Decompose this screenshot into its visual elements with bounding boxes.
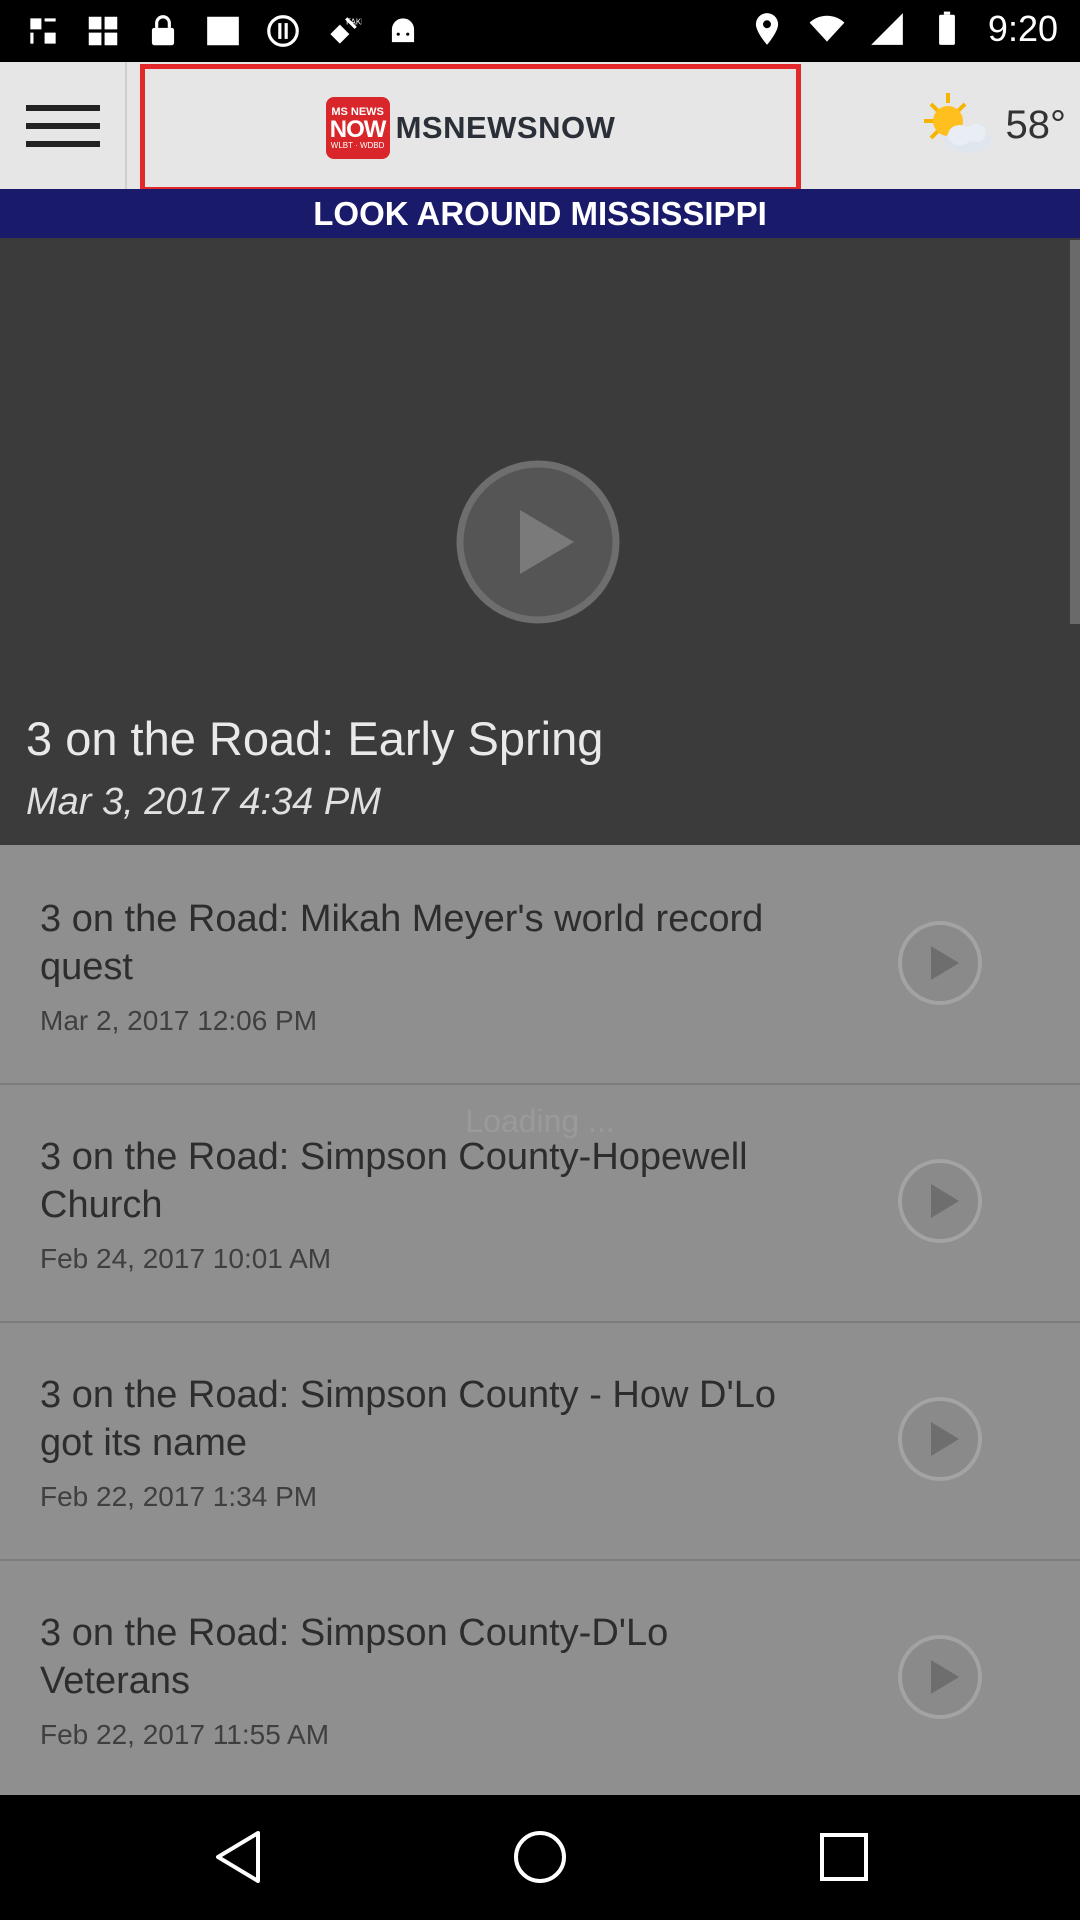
clock: 9:20 [987,8,1058,49]
video-title: 3 on the Road: Mikah Meyer's world recor… [40,898,764,988]
featured-title: 3 on the Road: Early Spring [26,712,604,765]
video-date: Feb 22, 2017 11:55 AM [40,1719,330,1750]
battery-icon [928,10,966,48]
play-icon[interactable] [897,1396,983,1482]
mystery-icon [264,12,302,50]
video-date: Mar 2, 2017 12:06 PM [40,1005,318,1036]
system-nav-bar [0,1795,1080,1920]
video-title: 3 on the Road: Simpson County-Hopewell C… [40,1136,748,1226]
download-icon [24,12,62,50]
logo-badge: MS NEWS NOW WLBT · WDBD [325,97,390,159]
svg-text:FAKE: FAKE [346,18,362,27]
satellite-icon: FAKE [324,12,362,50]
recents-icon [820,1833,868,1881]
video-list: 3 on the Road: Mikah Meyer's world recor… [0,845,1080,1795]
app-header: MS NEWS NOW WLBT · WDBD MSNEWSNOW 58° [0,62,1080,192]
partly-sunny-icon [923,92,992,153]
section-banner: LOOK AROUND MISSISSIPPI [0,189,1080,238]
grid-icon [84,12,122,50]
list-item[interactable]: 3 on the Road: Simpson County-D'Lo Veter… [0,1559,1080,1797]
play-icon[interactable] [897,1158,983,1244]
android-icon [384,12,422,50]
loading-indicator: Loading ... [465,1103,615,1139]
play-icon[interactable] [897,1634,983,1720]
lock-icon [144,12,182,50]
video-title: 3 on the Road: Simpson County - How D'Lo… [40,1374,776,1464]
featured-date: Mar 3, 2017 4:34 PM [26,781,381,823]
temperature: 58° [1005,103,1067,147]
square-icon [204,12,242,50]
status-bar: FAKE 9:20 [0,0,1080,62]
signal-icon [868,10,906,48]
brand-name: MSNEWSNOW [395,110,616,145]
back-button[interactable] [206,1825,270,1889]
wifi-icon [808,10,846,48]
play-icon[interactable] [456,460,620,624]
hamburger-menu-icon [25,104,100,147]
list-item[interactable]: 3 on the Road: Mikah Meyer's world recor… [0,845,1080,1085]
weather-widget[interactable]: 58° [918,62,1067,189]
location-icon [748,10,786,48]
featured-video[interactable]: 3 on the Road: Early Spring Mar 3, 2017 … [0,238,1080,845]
list-item[interactable]: 3 on the Road: Simpson County - How D'Lo… [0,1321,1080,1561]
recents-button[interactable] [812,1825,876,1889]
home-button[interactable] [508,1825,572,1889]
home-icon [514,1831,566,1883]
scrollbar[interactable] [1070,240,1080,624]
video-date: Feb 24, 2017 10:01 AM [40,1243,332,1274]
menu-button[interactable] [0,62,127,189]
video-date: Feb 22, 2017 1:34 PM [40,1481,318,1512]
play-icon[interactable] [897,920,983,1006]
back-icon [216,1831,260,1883]
brand-logo[interactable]: MS NEWS NOW WLBT · WDBD MSNEWSNOW [140,64,801,192]
video-title: 3 on the Road: Simpson County-D'Lo Veter… [40,1612,669,1702]
